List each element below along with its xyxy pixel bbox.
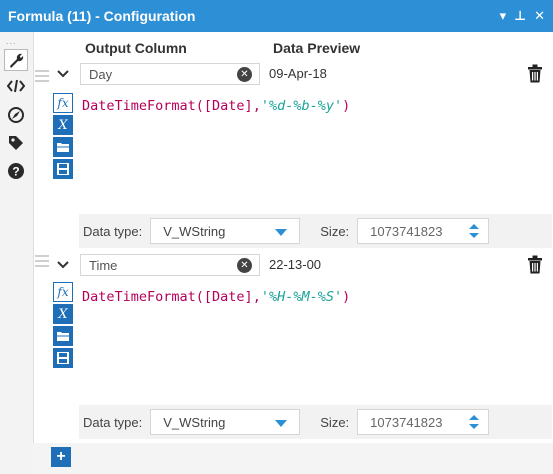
output-column-input[interactable]: Day — [80, 63, 260, 85]
code-icon[interactable] — [4, 75, 28, 97]
expression-function: DateTimeFormat( — [82, 98, 204, 114]
delete-icon[interactable] — [527, 255, 543, 275]
expression-comma: , — [252, 289, 261, 305]
spinner-icon[interactable] — [468, 223, 480, 239]
variables-button[interactable]: X — [53, 115, 73, 135]
data-type-bar: Data type: V_WString Size: 1073741823 — [79, 214, 552, 248]
data-preview-header: Data Preview — [273, 40, 361, 56]
data-type-select[interactable]: V_WString — [150, 218, 301, 244]
size-value: 1073741823 — [370, 223, 443, 239]
data-type-value: V_WString — [163, 414, 226, 430]
size-input[interactable]: 1073741823 — [357, 218, 490, 244]
sidebar-overflow: ... — [6, 36, 17, 46]
expression-format-string: '%H-%M-%S' — [260, 289, 343, 305]
config-sidebar: ... ? — [0, 32, 34, 474]
help-icon[interactable]: ? — [4, 160, 28, 182]
size-value: 1073741823 — [370, 414, 443, 430]
data-preview-value: 22-13-00 — [269, 257, 322, 272]
data-preview-value: 09-Apr-18 — [269, 66, 327, 81]
wrench-icon[interactable] — [4, 49, 28, 71]
data-type-label: Data type: — [83, 223, 143, 239]
close-icon[interactable]: ✕ — [534, 8, 545, 24]
window-title: Formula (11) - Configuration — [8, 8, 196, 24]
open-folder-icon[interactable] — [53, 137, 73, 157]
drag-handle[interactable] — [35, 255, 49, 270]
functions-button[interactable]: fx — [53, 282, 73, 302]
delete-icon[interactable] — [527, 64, 543, 84]
clear-field-icon[interactable]: ✕ — [237, 258, 252, 273]
save-icon[interactable] — [53, 159, 73, 179]
drag-handle[interactable] — [35, 70, 49, 85]
expression-toolbar: fx X — [53, 93, 75, 181]
output-column-input[interactable]: Time — [80, 254, 260, 276]
variables-button[interactable]: X — [53, 304, 73, 324]
expression-close: ) — [342, 98, 351, 114]
expression-text: DateTimeFormat([Date],'%d-%b-%y') — [82, 98, 350, 114]
size-label: Size: — [320, 414, 350, 430]
add-formula-button[interactable]: + — [51, 447, 71, 467]
expression-comma: , — [252, 98, 261, 114]
save-icon[interactable] — [53, 348, 73, 368]
dropdown-menu-icon[interactable]: ▾ — [500, 8, 507, 24]
chevron-down-icon[interactable] — [53, 64, 73, 84]
output-column-header: Output Column — [85, 40, 187, 56]
expression-toolbar: fx X — [53, 282, 75, 370]
expression-function: DateTimeFormat( — [82, 289, 204, 305]
clear-field-icon[interactable]: ✕ — [237, 67, 252, 82]
formula-row: Time ✕ 22-13-00 fx X DateTimeFormat([Dat… — [33, 253, 553, 439]
expression-close: ) — [342, 289, 351, 305]
pin-icon[interactable]: ⊥ — [514, 8, 526, 24]
compass-icon[interactable] — [4, 104, 28, 126]
spinner-icon[interactable] — [468, 414, 480, 430]
data-type-select[interactable]: V_WString — [150, 409, 301, 435]
window-titlebar: Formula (11) - Configuration ▾ ⊥ ✕ — [0, 0, 553, 32]
size-input[interactable]: 1073741823 — [357, 409, 490, 435]
data-type-value: V_WString — [163, 223, 226, 239]
data-type-label: Data type: — [83, 414, 143, 430]
formula-row: Day ✕ 09-Apr-18 fx X DateTimeFormat([Dat… — [33, 62, 553, 248]
svg-text:?: ? — [12, 165, 19, 179]
expression-field: [Date] — [203, 289, 253, 305]
size-label: Size: — [320, 223, 350, 239]
chevron-down-icon[interactable] — [53, 255, 73, 275]
expression-field: [Date] — [203, 98, 253, 114]
add-formula-bar: + — [33, 443, 553, 474]
functions-button[interactable]: fx — [53, 93, 73, 113]
chevron-down-icon — [275, 420, 288, 427]
chevron-down-icon — [275, 229, 288, 236]
open-folder-icon[interactable] — [53, 326, 73, 346]
expression-text: DateTimeFormat([Date],'%H-%M-%S') — [82, 289, 350, 305]
data-type-bar: Data type: V_WString Size: 1073741823 — [79, 405, 552, 439]
tag-icon[interactable] — [4, 132, 28, 154]
expression-format-string: '%d-%b-%y' — [260, 98, 343, 114]
